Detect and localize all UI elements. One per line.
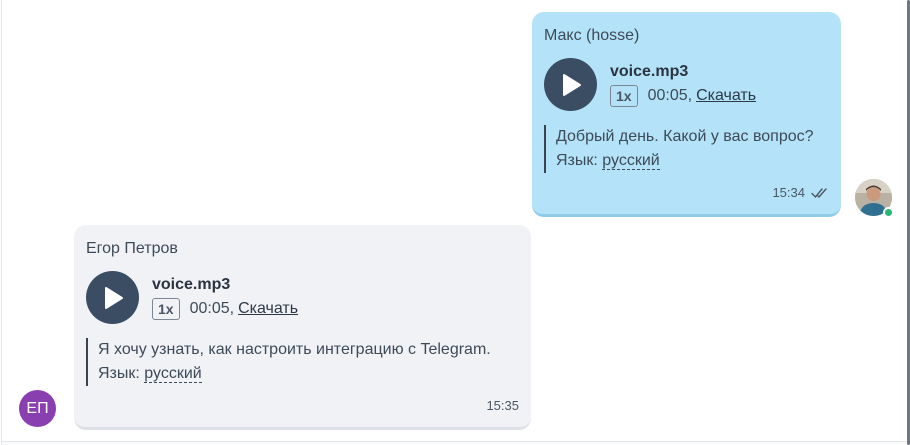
- language-label: Язык:: [556, 152, 598, 169]
- audio-player: voice.mp3 1x 00:05, Скачать: [86, 271, 519, 324]
- playback-speed-button[interactable]: 1x: [610, 85, 638, 107]
- audio-file-name: voice.mp3: [152, 276, 231, 293]
- transcript-block: Добрый день. Какой у вас вопрос? Язык: р…: [544, 125, 829, 173]
- play-button[interactable]: [544, 58, 597, 111]
- double-check-icon: [811, 187, 829, 199]
- chat-message-area: Макс (hosse) voice.mp3 1x 00:05, Скачать…: [1, 0, 908, 445]
- message-time: 15:34: [772, 185, 805, 200]
- incoming-message-bubble: Егор Петров voice.mp3 1x 00:05, Скачать …: [74, 225, 531, 430]
- sender-name: Егор Петров: [86, 240, 178, 257]
- transcript-text: Добрый день. Какой у вас вопрос?: [556, 128, 814, 145]
- download-link[interactable]: Скачать: [696, 87, 756, 105]
- transcript-text: Я хочу узнать, как настроить интеграцию …: [98, 341, 491, 358]
- transcript-block: Я хочу узнать, как настроить интеграцию …: [86, 338, 519, 386]
- audio-player: voice.mp3 1x 00:05, Скачать: [544, 58, 829, 111]
- audio-duration: 00:05,: [647, 87, 693, 104]
- composer-divider: [2, 441, 908, 445]
- download-link[interactable]: Скачать: [238, 300, 298, 318]
- audio-duration: 00:05,: [189, 300, 235, 317]
- avatar: ЕП: [19, 390, 56, 427]
- play-button[interactable]: [86, 271, 139, 324]
- outgoing-message-bubble: Макс (hosse) voice.mp3 1x 00:05, Скачать…: [532, 12, 841, 217]
- language-selector[interactable]: русский: [144, 365, 202, 383]
- message-time: 15:35: [486, 398, 519, 413]
- online-status-indicator: [883, 207, 894, 218]
- sender-name: Макс (hosse): [544, 27, 640, 44]
- language-label: Язык:: [98, 365, 140, 382]
- playback-speed-button[interactable]: 1x: [152, 298, 180, 320]
- play-icon: [104, 286, 123, 309]
- audio-file-name: voice.mp3: [610, 63, 689, 80]
- language-selector[interactable]: русский: [602, 152, 660, 170]
- play-icon: [562, 73, 581, 96]
